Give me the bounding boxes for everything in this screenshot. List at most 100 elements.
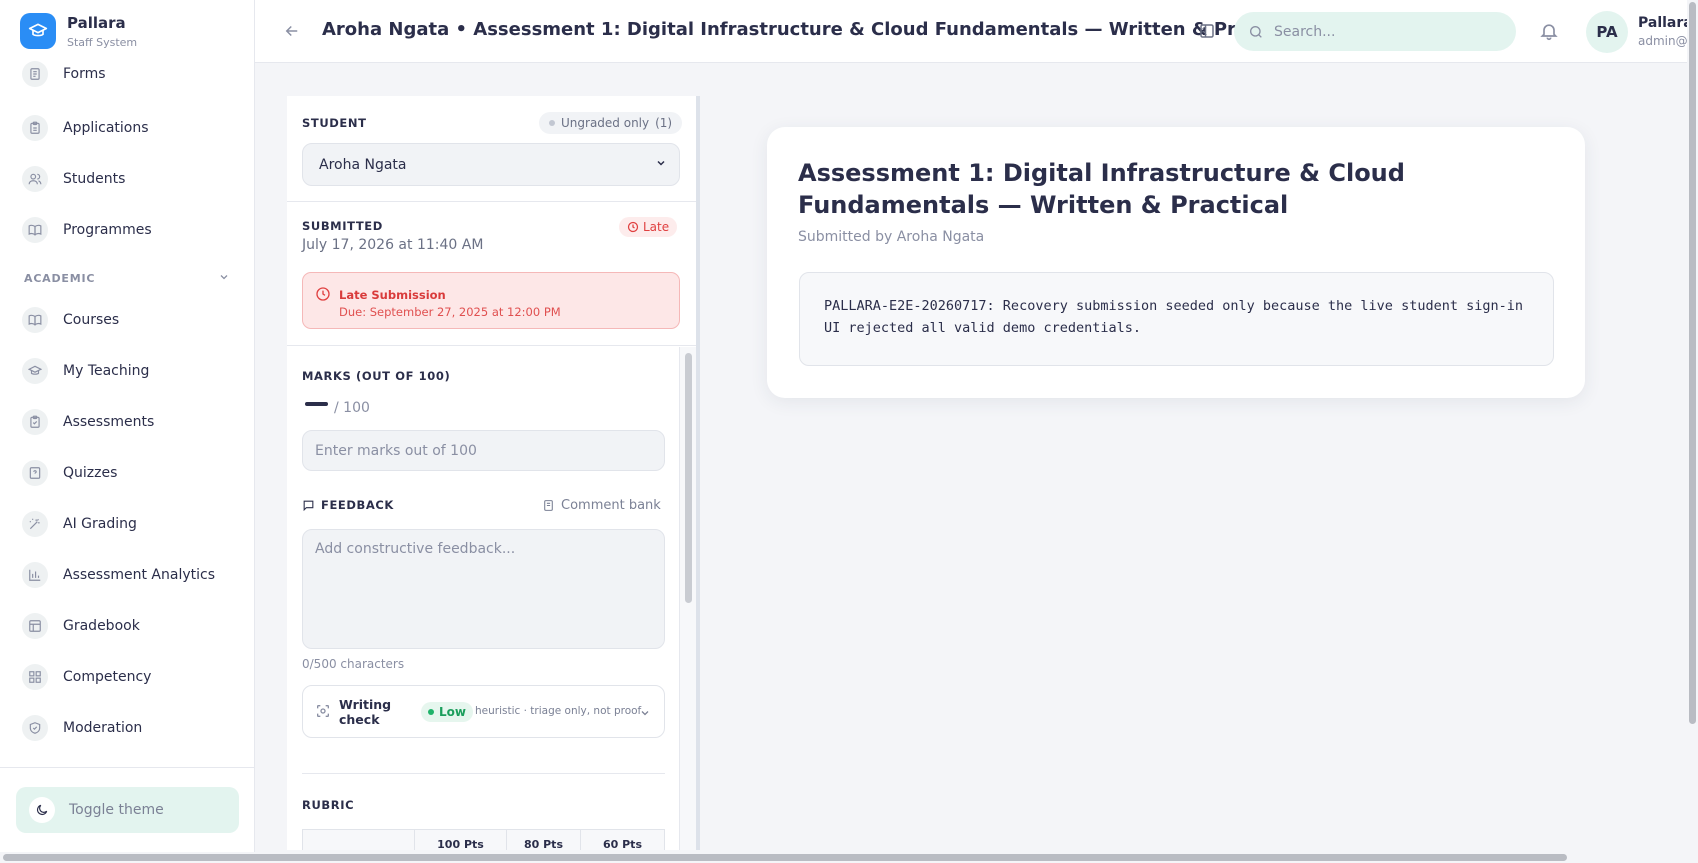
sidebar-item-label: Competency [63,669,152,685]
submission-content: PALLARA-E2E-20260717: Recovery submissio… [799,272,1554,366]
sidebar-item-label: Students [63,171,126,187]
search-icon [1248,24,1264,40]
sidebar-item-label: Applications [63,120,149,136]
clock-icon [315,286,331,306]
student-label: STUDENT [302,116,367,130]
feedback-heading: FEEDBACK [302,498,394,512]
late-submission-alert: Late Submission Due: September 27, 2025 … [302,272,680,329]
student-selected-value: Aroha Ngata [319,156,407,173]
sidebar-nav[interactable]: Forms Applications Students Programmes A… [0,60,255,767]
chevron-down-icon [639,704,651,723]
horizontal-scrollbar[interactable] [0,852,1687,863]
status-dot [549,120,555,126]
section-academic-label: ACADEMIC [24,272,96,285]
late-title: Late Submission [339,288,446,302]
question-icon [22,460,48,486]
sidebar-item-my-teaching[interactable]: My Teaching [22,354,237,388]
ungraded-label: Ungraded only [561,116,650,130]
marks-label: MARKS (OUT OF 100) [302,369,451,383]
rubric-header-cell: 100 Pts [415,830,507,850]
submitted-label: SUBMITTED [302,219,383,233]
book-icon [22,307,48,333]
sidebar-item-gradebook[interactable]: Gradebook [22,609,237,643]
rubric-header-cell [303,830,415,850]
sidebar-item-courses[interactable]: Courses [22,303,237,337]
panel-scrollbar[interactable] [679,347,696,850]
grading-form: MARKS (OUT OF 100) / 100 FEEDBACK Commen… [287,347,696,850]
status-dot [428,709,434,715]
sidebar-item-label: Courses [63,312,120,328]
avatar[interactable]: PA [1586,11,1628,53]
sidebar-item-label: Assessments [63,414,155,430]
bell-icon[interactable] [1539,21,1559,41]
ungraded-count: (1) [655,116,673,130]
sidebar-item-label: Quizzes [63,465,118,481]
panel-scrollbar-thumb[interactable] [685,353,692,603]
grading-panel: STUDENT Ungraded only (1) Aroha Ngata SU… [287,96,700,850]
rubric-label: RUBRIC [302,798,355,812]
search-box[interactable] [1234,12,1516,51]
brand[interactable]: Pallara Staff System [20,13,137,49]
sidebar-item-label: AI Grading [63,516,137,532]
back-arrow-icon[interactable] [283,22,301,40]
marks-empty-indicator [305,402,328,406]
sidebar-item-label: Gradebook [63,618,140,634]
marks-out-of: / 100 [334,400,370,416]
feedback-textarea[interactable] [302,529,665,649]
writing-check-level-badge: Low [421,702,473,722]
submitted-date: July 17, 2026 at 11:40 AM [302,237,484,253]
sidebar-item-moderation[interactable]: Moderation [22,711,237,745]
brand-name: Pallara [67,13,126,32]
graduation-cap-logo-icon [20,13,56,49]
rubric-header-cell: 80 Pts [507,830,581,850]
section-academic[interactable]: ACADEMIC [24,271,230,286]
student-select[interactable]: Aroha Ngata [302,143,680,186]
vertical-scrollbar[interactable] [1687,0,1698,863]
ungraded-only-toggle[interactable]: Ungraded only (1) [539,112,683,134]
sidebar-item-assessment-analytics[interactable]: Assessment Analytics [22,558,237,592]
sidebar-item-applications[interactable]: Applications [22,111,237,145]
grid-icon [22,664,48,690]
comment-bank-label: Comment bank [561,498,661,513]
writing-check-panel[interactable]: Writing check Low heuristic · triage onl… [302,685,665,738]
char-count: 0/500 characters [302,657,405,671]
vertical-scrollbar-thumb[interactable] [1689,2,1696,724]
bar-chart-icon [22,562,48,588]
brand-subtitle: Staff System [67,35,138,49]
search-input[interactable] [1274,23,1504,40]
shield-check-icon [22,715,48,741]
marks-input[interactable] [302,430,665,471]
rubric-table: 100 Pts 80 Pts 60 Pts [302,829,665,850]
sidebar-item-programmes[interactable]: Programmes [22,213,237,247]
late-badge: Late [619,217,678,237]
panel-toggle-icon[interactable] [1198,22,1216,40]
submitted-by: Submitted by Aroha Ngata [798,229,985,245]
sidebar-item-label: Programmes [63,222,152,238]
users-icon [22,166,48,192]
message-icon [302,499,315,512]
sidebar: Pallara Staff System Forms Applications … [0,0,255,863]
sidebar-item-competency[interactable]: Competency [22,660,237,694]
sidebar-item-quizzes[interactable]: Quizzes [22,456,237,490]
toggle-theme-label: Toggle theme [69,802,164,818]
sidebar-item-assessments[interactable]: Assessments [22,405,237,439]
submitted-section: SUBMITTED July 17, 2026 at 11:40 AM Late… [287,202,696,346]
sidebar-item-ai-grading[interactable]: AI Grading [22,507,237,541]
horizontal-scrollbar-thumb[interactable] [3,854,1567,861]
sidebar-item-forms[interactable]: Forms [22,60,237,91]
scan-icon [315,703,331,723]
toggle-theme-button[interactable]: Toggle theme [16,787,239,833]
submission-title: Assessment 1: Digital Infrastructure & C… [798,159,1405,219]
sidebar-item-label: My Teaching [63,363,150,379]
table-icon [22,613,48,639]
sidebar-item-students[interactable]: Students [22,162,237,196]
student-section: STUDENT Ungraded only (1) Aroha Ngata [287,96,696,202]
graduation-cap-icon [22,358,48,384]
chevron-down-icon [655,157,667,173]
sidebar-item-label: Forms [63,66,106,82]
comment-bank-button[interactable]: Comment bank [542,498,661,513]
late-due-date: Due: September 27, 2025 at 12:00 PM [339,305,561,319]
chevron-down-icon [218,271,230,286]
form-icon [22,61,48,87]
late-badge-label: Late [643,220,670,234]
